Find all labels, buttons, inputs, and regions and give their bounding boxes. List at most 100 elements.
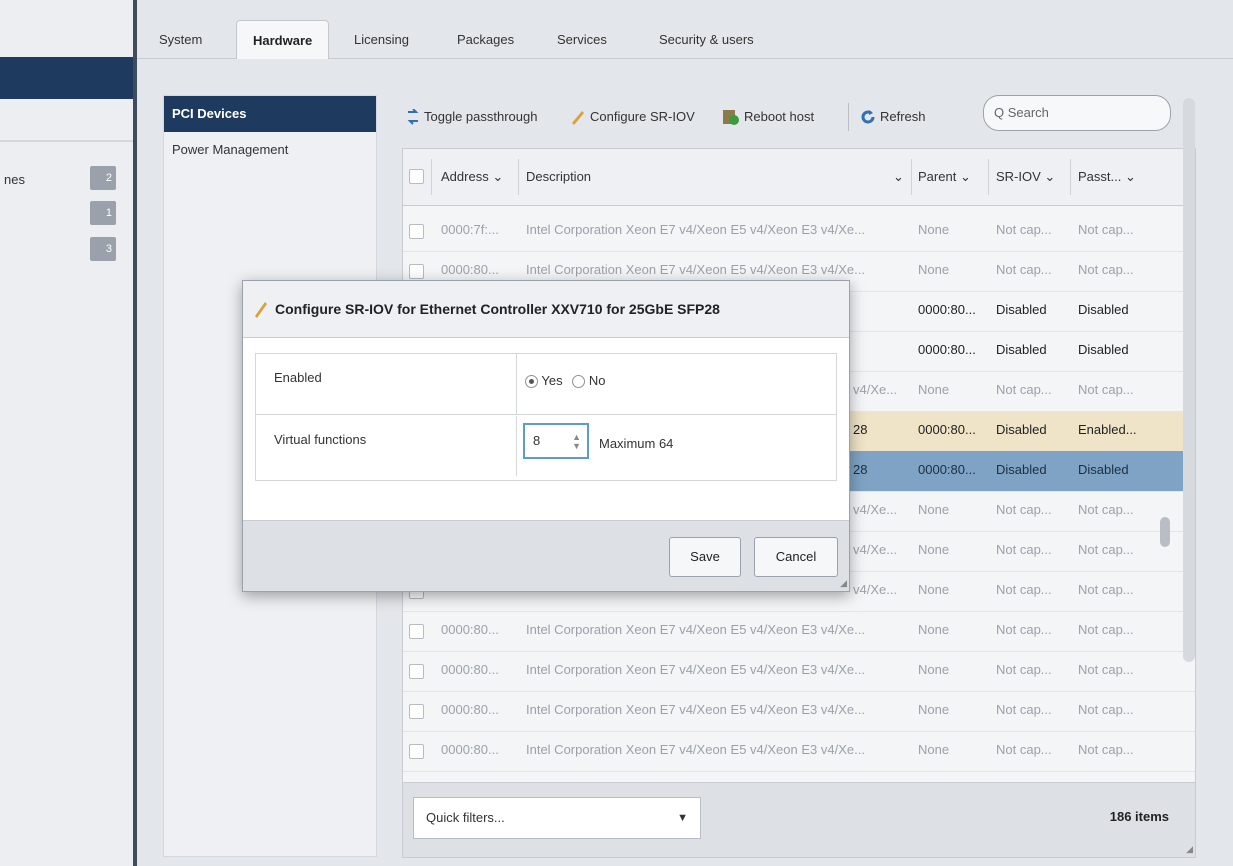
- row-checkbox[interactable]: [409, 744, 424, 759]
- subnav-item-pci-devices[interactable]: PCI Devices: [164, 96, 376, 132]
- configure-sriov-dialog: Configure SR-IOV for Ethernet Controller…: [242, 280, 850, 592]
- enabled-value: Yes No: [516, 354, 836, 414]
- cell-passthrough: Not cap...: [1078, 502, 1134, 517]
- save-button[interactable]: Save: [669, 537, 741, 577]
- cell-description: 28: [853, 462, 868, 477]
- cell-description: v4/Xe...: [853, 382, 898, 397]
- toolbar-divider: [848, 103, 849, 131]
- table-row[interactable]: 0000:80... Intel Corporation Xeon E7 v4/…: [403, 611, 1195, 652]
- virtual-functions-label: Virtual functions: [274, 432, 367, 447]
- row-checkbox[interactable]: [409, 704, 424, 719]
- cell-parent: None: [918, 222, 950, 237]
- chevron-down-icon: ⌄: [1124, 169, 1136, 184]
- toggle-passthrough-button[interactable]: Toggle passthrough: [406, 105, 537, 129]
- cell-description: v4/Xe...: [853, 502, 898, 517]
- cell-parent: None: [918, 382, 950, 397]
- tab-system[interactable]: System: [159, 20, 202, 58]
- navigator-selected-item[interactable]: [0, 57, 133, 99]
- cell-description: 28: [853, 422, 868, 437]
- table-footer: Quick filters... ▼ 186 items ◢: [403, 782, 1195, 857]
- cell-address: 0000:80...: [441, 662, 499, 677]
- cell-parent: 0000:80...: [918, 342, 976, 357]
- cell-passthrough: Disabled: [1078, 302, 1129, 317]
- stepper-arrows-icon[interactable]: ▲ ▼: [572, 433, 581, 451]
- radio-no-label[interactable]: No: [589, 373, 606, 388]
- cell-sriov: Not cap...: [996, 262, 1052, 277]
- table-row[interactable]: 0000:80... Intel Corporation Xeon E7 v4/…: [403, 651, 1195, 692]
- cell-passthrough: Not cap...: [1078, 582, 1134, 597]
- tab-licensing[interactable]: Licensing: [354, 20, 409, 58]
- tab-packages[interactable]: Packages: [457, 20, 514, 58]
- cell-sriov: Not cap...: [996, 702, 1052, 717]
- cell-passthrough: Enabled...: [1078, 422, 1137, 437]
- chevron-down-icon[interactable]: ⌄: [893, 165, 904, 189]
- pencil-icon: [255, 302, 267, 318]
- resize-grip-icon[interactable]: ◢: [840, 578, 847, 589]
- cell-parent: 0000:80...: [918, 422, 976, 437]
- dialog-title: Configure SR-IOV for Ethernet Controller…: [275, 301, 720, 317]
- table-row[interactable]: 0000:80... Intel Corporation Xeon E7 v4/…: [403, 691, 1195, 732]
- cell-sriov: Not cap...: [996, 502, 1052, 517]
- radio-no[interactable]: [572, 375, 586, 389]
- cell-parent: None: [918, 622, 950, 637]
- row-checkbox[interactable]: [409, 664, 424, 679]
- cell-passthrough: Disabled: [1078, 342, 1129, 357]
- tab-services[interactable]: Services: [557, 20, 607, 58]
- tab-security-users[interactable]: Security & users: [659, 20, 754, 58]
- column-header-description[interactable]: Description: [526, 165, 591, 189]
- configure-sriov-button[interactable]: Configure SR-IOV: [570, 105, 695, 129]
- cell-passthrough: Not cap...: [1078, 382, 1134, 397]
- table-row[interactable]: 0000:7f:... Intel Corporation Xeon E7 v4…: [403, 211, 1195, 252]
- cell-sriov: Disabled: [996, 462, 1047, 477]
- cell-description: Intel Corporation Xeon E7 v4/Xeon E5 v4/…: [526, 622, 865, 637]
- radio-yes[interactable]: [525, 375, 538, 389]
- radio-yes-label[interactable]: Yes: [541, 373, 562, 388]
- passthrough-icon: [407, 109, 419, 125]
- reboot-host-button[interactable]: Reboot host: [722, 105, 814, 129]
- tab-hardware[interactable]: Hardware: [236, 20, 330, 59]
- row-checkbox[interactable]: [409, 264, 424, 279]
- cell-sriov: Not cap...: [996, 542, 1052, 557]
- cancel-button[interactable]: Cancel: [754, 537, 838, 577]
- table-row[interactable]: 0000:80... Intel Corporation Xeon E7 v4/…: [403, 731, 1195, 772]
- cell-description: v4/Xe...: [853, 582, 898, 597]
- column-header-parent[interactable]: Parent ⌄: [918, 165, 971, 189]
- vertical-scrollbar[interactable]: [1183, 98, 1195, 662]
- cell-passthrough: Not cap...: [1078, 622, 1134, 637]
- cell-parent: 0000:80...: [918, 462, 976, 477]
- refresh-button[interactable]: Refresh: [860, 105, 926, 129]
- cell-address: 0000:80...: [441, 742, 499, 757]
- subnav-item-power-management[interactable]: Power Management: [164, 132, 376, 168]
- quick-filters-label: Quick filters...: [426, 810, 505, 825]
- column-header-sriov[interactable]: SR-IOV ⌄: [996, 165, 1055, 189]
- enabled-radio-group: Yes No: [525, 373, 606, 389]
- cell-sriov: Not cap...: [996, 662, 1052, 677]
- resize-grip-icon[interactable]: ◢: [1186, 844, 1193, 855]
- maximum-hint: Maximum 64: [599, 436, 674, 451]
- cell-address: 0000:80...: [441, 702, 499, 717]
- cell-parent: 0000:80...: [918, 302, 976, 317]
- row-checkbox[interactable]: [409, 624, 424, 639]
- chevron-down-icon: ⌄: [1044, 169, 1056, 184]
- column-header-address[interactable]: Address ⌄: [441, 165, 503, 189]
- virtual-functions-input[interactable]: 8 ▲ ▼: [523, 423, 589, 459]
- quick-filters-select[interactable]: Quick filters... ▼: [413, 797, 701, 839]
- toggle-passthrough-label: Toggle passthrough: [424, 109, 538, 124]
- cell-passthrough: Not cap...: [1078, 222, 1134, 237]
- chevron-down-icon: ⌄: [959, 169, 971, 184]
- select-all-checkbox[interactable]: [409, 169, 424, 184]
- cell-passthrough: Not cap...: [1078, 662, 1134, 677]
- cell-parent: None: [918, 742, 950, 757]
- cell-sriov: Not cap...: [996, 742, 1052, 757]
- navigator-item-label[interactable]: nes: [4, 172, 25, 187]
- column-header-passthrough[interactable]: Passt... ⌄: [1078, 165, 1136, 189]
- dialog-footer: Save Cancel ◢: [243, 520, 849, 591]
- search-input[interactable]: Q Search: [983, 95, 1171, 131]
- refresh-label: Refresh: [880, 109, 926, 124]
- scrollbar-thumb[interactable]: [1160, 517, 1170, 547]
- row-checkbox[interactable]: [409, 224, 424, 239]
- virtual-functions-row: Virtual functions 8 ▲ ▼ Maximum 64: [256, 416, 836, 476]
- cell-parent: None: [918, 262, 950, 277]
- reboot-host-label: Reboot host: [744, 109, 815, 124]
- dialog-titlebar[interactable]: Configure SR-IOV for Ethernet Controller…: [243, 281, 849, 338]
